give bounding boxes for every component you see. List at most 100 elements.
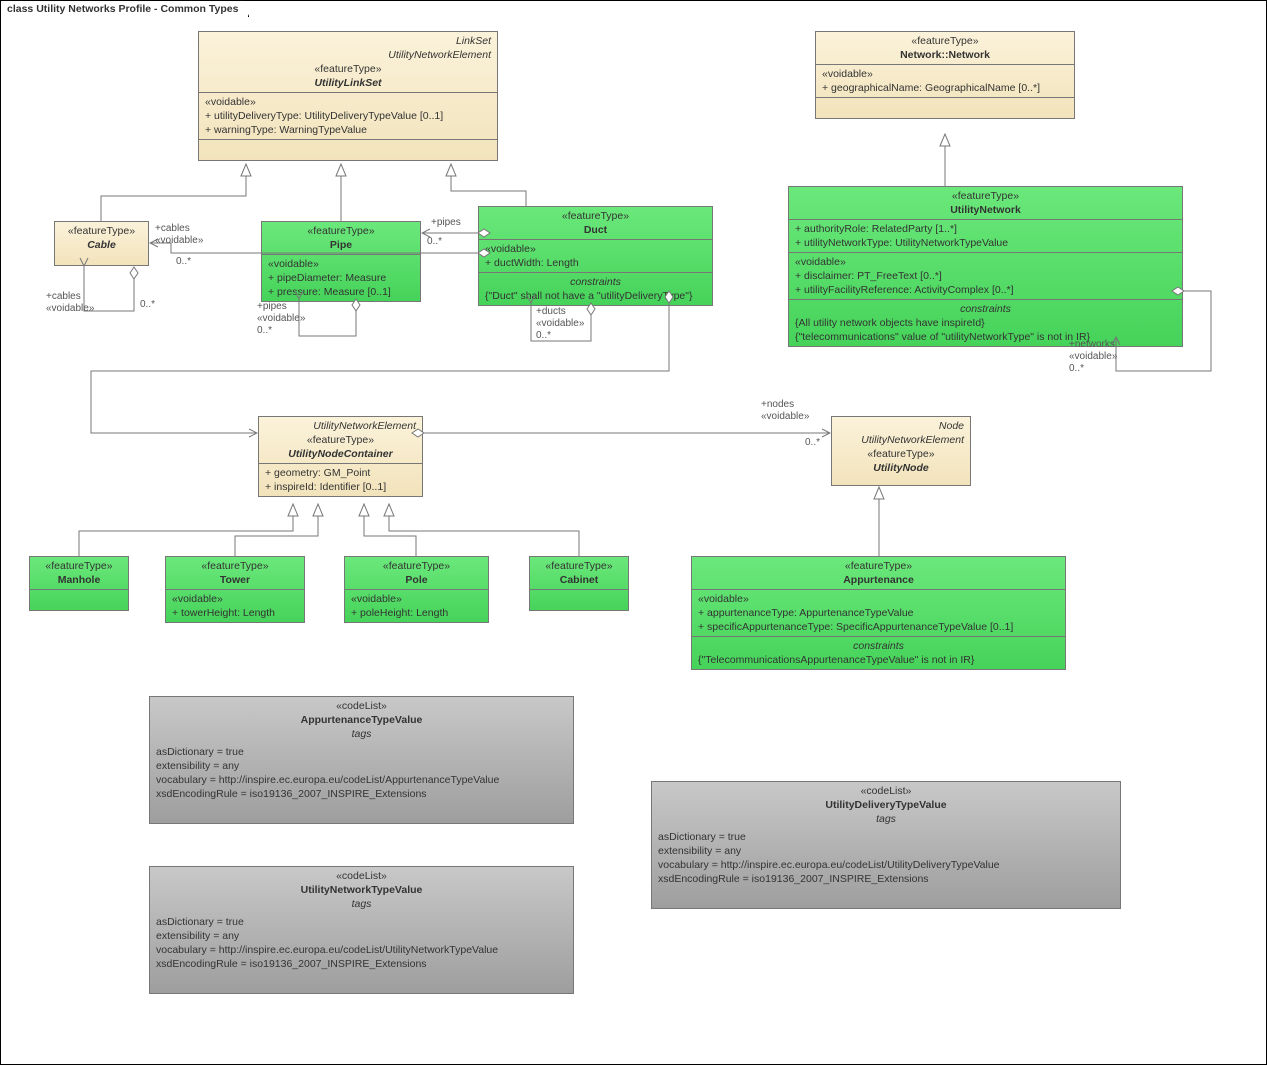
tag: extensibility = any: [156, 759, 567, 773]
class-name: UtilityNodeContainer: [265, 447, 416, 461]
class-name: Cabinet: [536, 573, 622, 587]
class-cabinet: «featureType» Cabinet: [529, 556, 629, 611]
constraint: {"TelecommunicationsAppurtenanceTypeValu…: [698, 653, 1059, 667]
attribute: + towerHeight: Length: [172, 606, 298, 620]
class-name: UtilityDeliveryTypeValue: [658, 798, 1114, 812]
attribute: + utilityNetworkType: UtilityNetworkType…: [795, 236, 1176, 250]
assoc-end: +ducts«voidable»0..*: [536, 306, 584, 342]
voidable-label: «voidable»: [698, 592, 1059, 606]
tag: vocabulary = http://inspire.ec.europa.eu…: [156, 773, 567, 787]
assoc-end: +nodes«voidable»: [761, 399, 809, 423]
class-name: UtilityNode: [838, 461, 964, 475]
tags-header: tags: [156, 897, 567, 911]
class-name: Cable: [61, 238, 142, 252]
constraint: {"Duct" shall not have a "utilityDeliver…: [485, 289, 706, 303]
attribute: + utilityDeliveryType: UtilityDeliveryTy…: [205, 109, 491, 123]
attribute: + inspireId: Identifier [0..1]: [265, 480, 416, 494]
class-name: Pole: [351, 573, 482, 587]
attribute: + poleHeight: Length: [351, 606, 482, 620]
voidable-label: «voidable»: [205, 95, 491, 109]
voidable-label: «voidable»: [172, 592, 298, 606]
class-name: AppurtenanceTypeValue: [156, 713, 567, 727]
stereotype: «codeList»: [658, 784, 1114, 798]
constraint: {"telecommunications" value of "utilityN…: [795, 330, 1176, 344]
class-name: UtilityLinkSet: [205, 76, 491, 90]
stereotype: «codeList»: [156, 869, 567, 883]
stereotype: «featureType»: [205, 62, 491, 76]
stereotype: «featureType»: [536, 559, 622, 573]
tag: vocabulary = http://inspire.ec.europa.eu…: [658, 858, 1114, 872]
class-tower: «featureType» Tower «voidable» + towerHe…: [165, 556, 305, 623]
class-utilitynodecontainer: UtilityNetworkElement «featureType» Util…: [258, 416, 423, 497]
tag: extensibility = any: [658, 844, 1114, 858]
constraints-header: constraints: [485, 275, 706, 289]
voidable-label: «voidable»: [351, 592, 482, 606]
diagram-title: class Utility Networks Profile - Common …: [7, 3, 238, 15]
tag: xsdEncodingRule = iso19136_2007_INSPIRE_…: [156, 957, 567, 971]
attribute: + geographicalName: GeographicalName [0.…: [822, 81, 1068, 95]
tag: asDictionary = true: [156, 915, 567, 929]
stereotype: «featureType»: [61, 224, 142, 238]
constraints-header: constraints: [698, 639, 1059, 653]
tag: extensibility = any: [156, 929, 567, 943]
voidable-label: «voidable»: [822, 67, 1068, 81]
attribute: + ductWidth: Length: [485, 256, 706, 270]
assoc-end: +pipes: [431, 217, 461, 229]
class-name: UtilityNetworkTypeValue: [156, 883, 567, 897]
class-name: UtilityNetwork: [795, 203, 1176, 217]
stereotype: «featureType»: [822, 34, 1068, 48]
codelist-utilitydeliverytypevalue: «codeList» UtilityDeliveryTypeValue tags…: [651, 781, 1121, 909]
assoc-end: +pipes«voidable»0..*: [257, 301, 305, 337]
tag: xsdEncodingRule = iso19136_2007_INSPIRE_…: [658, 872, 1114, 886]
superclass-list: LinkSet UtilityNetworkElement: [205, 34, 491, 62]
multiplicity: 0..*: [176, 256, 191, 268]
class-appurtenance: «featureType» Appurtenance «voidable» + …: [691, 556, 1066, 670]
class-name: Pipe: [268, 238, 414, 252]
stereotype: «featureType»: [485, 209, 706, 223]
multiplicity: 0..*: [805, 437, 820, 449]
class-name: Duct: [485, 223, 706, 237]
constraints-header: constraints: [795, 302, 1176, 316]
constraint: {All utility network objects have inspir…: [795, 316, 1176, 330]
voidable-label: «voidable»: [795, 255, 1176, 269]
superclass-list: UtilityNetworkElement: [265, 419, 416, 433]
attribute: + disclaimer: PT_FreeText [0..*]: [795, 269, 1176, 283]
attribute: + pressure: Measure [0..1]: [268, 285, 414, 299]
tags-header: tags: [658, 812, 1114, 826]
attribute: + geometry: GM_Point: [265, 466, 416, 480]
tag: xsdEncodingRule = iso19136_2007_INSPIRE_…: [156, 787, 567, 801]
class-duct: «featureType» Duct «voidable» + ductWidt…: [478, 206, 713, 306]
stereotype: «featureType»: [265, 433, 416, 447]
stereotype: «featureType»: [838, 447, 964, 461]
assoc-end: +networks«voidable»0..*: [1069, 339, 1117, 375]
class-name: Network::Network: [822, 48, 1068, 62]
class-utilitylinkset: LinkSet UtilityNetworkElement «featureTy…: [198, 31, 498, 161]
tag: asDictionary = true: [658, 830, 1114, 844]
tag: asDictionary = true: [156, 745, 567, 759]
superclass-list: Node UtilityNetworkElement: [838, 419, 964, 447]
stereotype: «featureType»: [172, 559, 298, 573]
class-name: Manhole: [36, 573, 122, 587]
class-network: «featureType» Network::Network «voidable…: [815, 31, 1075, 119]
voidable-label: «voidable»: [268, 257, 414, 271]
codelist-appurtenancetypevalue: «codeList» AppurtenanceTypeValue tags as…: [149, 696, 574, 824]
assoc-end: +cables«voidable»: [46, 291, 94, 315]
attribute: + warningType: WarningTypeValue: [205, 123, 491, 137]
codelist-utilitynetworktypevalue: «codeList» UtilityNetworkTypeValue tags …: [149, 866, 574, 994]
class-name: Tower: [172, 573, 298, 587]
diagram-canvas: class Utility Networks Profile - Common …: [0, 0, 1267, 1065]
stereotype: «featureType»: [698, 559, 1059, 573]
class-pole: «featureType» Pole «voidable» + poleHeig…: [344, 556, 489, 623]
stereotype: «codeList»: [156, 699, 567, 713]
attribute: + authorityRole: RelatedParty [1..*]: [795, 222, 1176, 236]
stereotype: «featureType»: [36, 559, 122, 573]
stereotype: «featureType»: [268, 224, 414, 238]
voidable-label: «voidable»: [485, 242, 706, 256]
attribute: + specificAppurtenanceType: SpecificAppu…: [698, 620, 1059, 634]
attribute: + utilityFacilityReference: ActivityComp…: [795, 283, 1176, 297]
class-utilitynetwork: «featureType» UtilityNetwork + authority…: [788, 186, 1183, 347]
tags-header: tags: [156, 727, 567, 741]
stereotype: «featureType»: [795, 189, 1176, 203]
assoc-end: +cables«voidable»: [155, 223, 203, 247]
stereotype: «featureType»: [351, 559, 482, 573]
